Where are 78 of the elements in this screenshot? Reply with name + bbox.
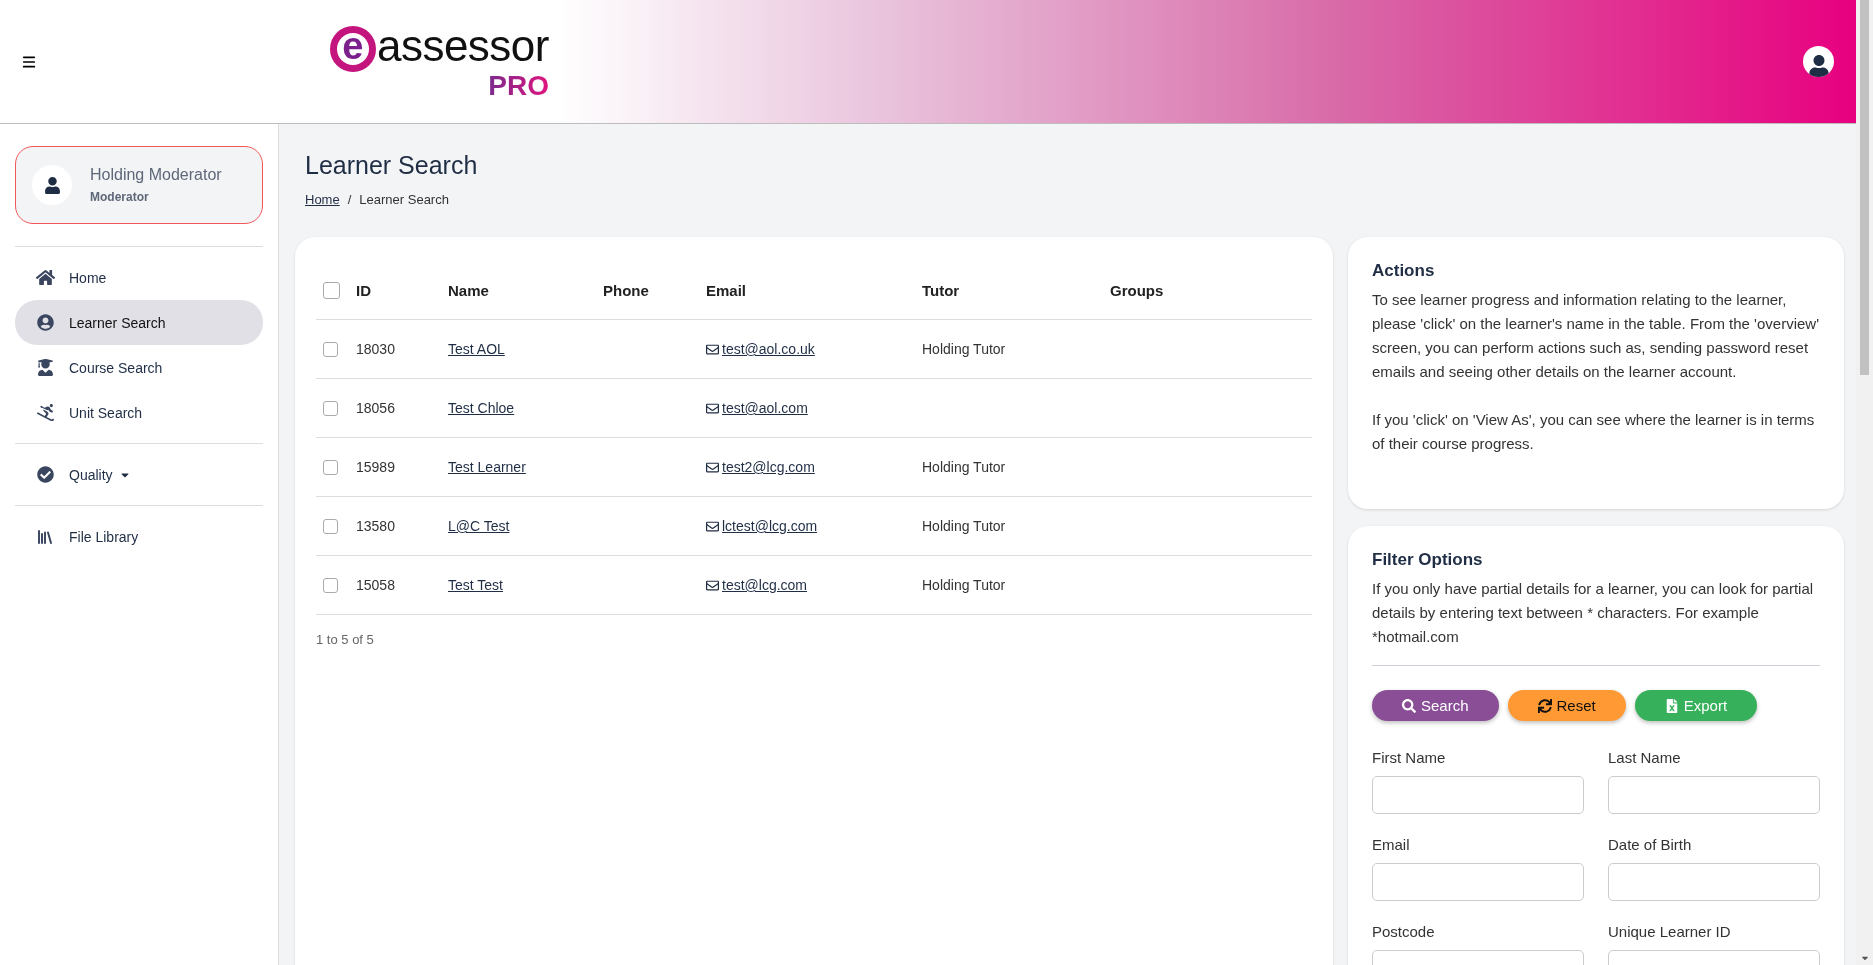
user-avatar-icon[interactable] bbox=[1803, 46, 1834, 77]
table-cell: Holding Tutor bbox=[922, 518, 1006, 534]
breadcrumb-separator: / bbox=[347, 192, 352, 207]
sidebar-item[interactable]: File Library bbox=[15, 514, 263, 559]
row-checkbox[interactable] bbox=[323, 400, 338, 416]
table-cell-text: 18056 bbox=[356, 400, 396, 416]
spreadsheet-icon bbox=[1664, 698, 1679, 713]
learner-link[interactable]: L@C Test bbox=[448, 518, 510, 534]
help-text: If you 'click' on 'View As', you can see where the learner is in terms of their course progress. bbox=[1372, 410, 1816, 454]
reset-button[interactable]: Reset bbox=[1507, 690, 1626, 721]
help-text: To see learner progress and information relating to the learner, please 'click' on the learner's name in the table. From the 'overview' screen, you can perform actions such as, sending password reset emails and seeing other details on the learner account. bbox=[1372, 290, 1820, 382]
field-label: Unique Learner ID bbox=[1608, 923, 1732, 940]
sidebar-item[interactable]: Home bbox=[15, 255, 263, 300]
envelope-icon bbox=[706, 578, 719, 592]
column-header: Phone bbox=[603, 282, 650, 299]
sidebar-item[interactable]: Unit Search bbox=[15, 390, 263, 435]
row-checkbox[interactable] bbox=[323, 577, 338, 593]
input-field[interactable] bbox=[1372, 776, 1584, 814]
graduate-icon bbox=[36, 359, 54, 376]
user-icon bbox=[32, 165, 72, 205]
row-checkbox[interactable] bbox=[323, 459, 338, 475]
envelope-icon bbox=[706, 460, 719, 474]
column-header: Groups bbox=[1110, 282, 1165, 299]
table-cell-text: 15058 bbox=[356, 577, 396, 593]
pagination-summary: 1 to 5 of 5 bbox=[316, 632, 375, 647]
learner-link[interactable]: Test Test bbox=[448, 577, 503, 593]
field-label: First Name bbox=[1372, 749, 1447, 766]
card-title: Actions bbox=[1372, 261, 1436, 281]
sidebar-item[interactable]: Course Search bbox=[15, 345, 263, 390]
field-label: Last Name bbox=[1608, 749, 1682, 766]
table-cell-text: 13580 bbox=[356, 518, 396, 534]
field-label: Date of Birth bbox=[1608, 836, 1693, 853]
email-link[interactable]: test@lcg.com bbox=[722, 577, 807, 593]
table-cell-text: 15989 bbox=[356, 459, 396, 475]
table-cell: Holding Tutor bbox=[922, 459, 1006, 475]
refresh-icon bbox=[1537, 698, 1552, 713]
home-icon bbox=[35, 268, 55, 287]
table-cell: Holding Tutor bbox=[922, 577, 1006, 593]
column-header: Tutor bbox=[922, 282, 961, 299]
field-label: Email bbox=[1372, 836, 1411, 853]
column-header: ID bbox=[356, 282, 372, 299]
envelope-icon bbox=[706, 401, 719, 415]
learner-link[interactable]: Test Chloe bbox=[448, 400, 515, 416]
email-link[interactable]: lctest@lcg.com bbox=[722, 518, 818, 534]
table-cell-text: 18030 bbox=[356, 341, 396, 357]
search-icon bbox=[1402, 698, 1416, 713]
breadcrumb-link[interactable]: Home bbox=[305, 192, 340, 207]
row-checkbox[interactable] bbox=[323, 341, 338, 357]
input-field[interactable] bbox=[1372, 863, 1584, 901]
search-button[interactable]: Search bbox=[1372, 690, 1499, 721]
card-title: Filter Options bbox=[1372, 550, 1484, 570]
email-link[interactable]: test@aol.co.uk bbox=[722, 341, 815, 357]
profile-name: Holding Moderator bbox=[90, 166, 222, 184]
logo: e assessor PRO bbox=[294, 23, 549, 100]
column-header: Name bbox=[448, 282, 490, 299]
email-link[interactable]: test2@lcg.com bbox=[722, 459, 815, 475]
envelope-icon bbox=[706, 519, 719, 533]
scrollbar-thumb[interactable] bbox=[1860, 0, 1869, 375]
input-field[interactable] bbox=[1608, 863, 1820, 901]
learner-link[interactable]: Test AOL bbox=[448, 341, 505, 357]
sidebar-item[interactable]: Quality bbox=[15, 452, 263, 497]
select-all-checkbox[interactable] bbox=[323, 282, 340, 299]
row-checkbox[interactable] bbox=[323, 518, 338, 534]
books-icon bbox=[36, 527, 54, 546]
help-text: If you only have partial details for a learner, you can look for partial details by entering text between * characters. For example *hotmail.com bbox=[1372, 577, 1820, 666]
column-header: Email bbox=[706, 282, 748, 299]
sidebar-item[interactable]: Learner Search bbox=[15, 300, 263, 345]
learner-link[interactable]: Test Learner bbox=[448, 459, 526, 475]
page-title: Learner Search bbox=[305, 151, 479, 180]
profile-role: Moderator bbox=[90, 190, 150, 204]
field-label: Postcode bbox=[1372, 923, 1436, 940]
table-cell: Holding Tutor bbox=[922, 341, 1006, 357]
email-link[interactable]: test@aol.com bbox=[722, 400, 808, 416]
skier-icon bbox=[36, 404, 54, 421]
breadcrumb-current: Learner Search bbox=[359, 192, 449, 207]
input-field[interactable] bbox=[1608, 776, 1820, 814]
envelope-icon bbox=[706, 342, 719, 356]
scrollbar[interactable] bbox=[1856, 0, 1873, 965]
